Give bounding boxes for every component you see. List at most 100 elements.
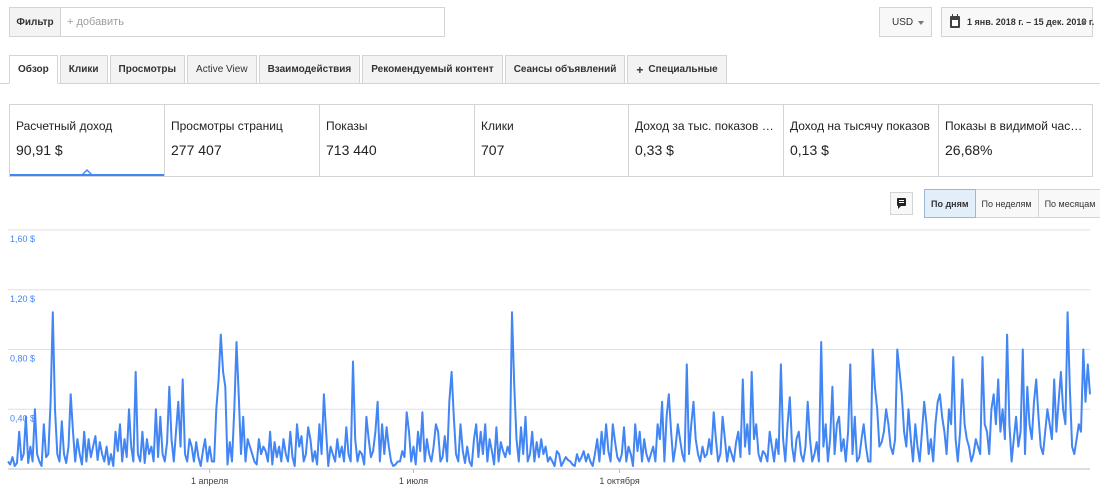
data-point [1084, 401, 1086, 403]
data-point [258, 438, 260, 440]
data-point [587, 453, 589, 455]
data-point [31, 460, 33, 462]
data-point [343, 460, 345, 462]
data-point [441, 456, 443, 458]
granularity-daily-button[interactable]: По дням [924, 189, 976, 218]
data-point [273, 441, 275, 443]
data-point [704, 456, 706, 458]
metric-active-view-viewable[interactable]: Показы в видимой части экра… 26,68% [939, 105, 1092, 176]
data-point [215, 408, 217, 410]
metric-impressions[interactable]: Показы 713 440 [320, 105, 475, 176]
data-point [695, 438, 697, 440]
metric-label: Показы в видимой части экра… [945, 119, 1092, 133]
metric-label: Клики [481, 119, 514, 133]
data-point [72, 431, 74, 433]
data-point [1042, 453, 1044, 455]
data-point [444, 435, 446, 437]
data-point [271, 463, 273, 465]
data-point [110, 453, 112, 455]
data-point [137, 453, 139, 455]
date-range-picker[interactable]: 1 янв. 2018 г. – 15 дек. 2018 г. [941, 7, 1095, 37]
data-point [16, 462, 18, 464]
data-point [907, 408, 909, 410]
metric-label: Доход за тыс. показов страни… [635, 119, 783, 133]
data-point [401, 450, 403, 452]
tab-overview[interactable]: Обзор [9, 55, 58, 84]
data-point [957, 460, 959, 462]
data-point [200, 465, 202, 467]
report-tabs: Обзор Клики Просмотры Active View Взаимо… [9, 55, 727, 84]
revenue-series-line [7, 311, 1091, 467]
data-point [482, 453, 484, 455]
granularity-monthly-button[interactable]: По месяцам [1037, 189, 1100, 218]
metric-clicks[interactable]: Клики 707 [475, 105, 629, 176]
data-point [392, 465, 394, 467]
data-point [950, 423, 952, 425]
data-point [446, 460, 448, 462]
tab-active-view[interactable]: Active View [187, 55, 257, 84]
tab-views[interactable]: Просмотры [109, 55, 186, 84]
data-point [753, 438, 755, 440]
tab-label: Обзор [18, 64, 49, 75]
data-point [659, 438, 661, 440]
data-point [235, 341, 237, 343]
data-point [303, 460, 305, 462]
metric-page-views[interactable]: Просмотры страниц 277 407 [165, 105, 320, 176]
data-point [793, 460, 795, 462]
data-point [730, 453, 732, 455]
data-point [751, 371, 753, 373]
data-point [193, 460, 195, 462]
metric-impression-rpm[interactable]: Доход на тысячу показов 0,13 $ [784, 105, 939, 176]
data-point [697, 453, 699, 455]
data-point [92, 445, 94, 447]
granularity-weekly-button[interactable]: По неделям [974, 189, 1039, 218]
data-point [453, 416, 455, 418]
annotations-button[interactable] [890, 192, 913, 215]
data-point [849, 363, 851, 365]
data-point [157, 456, 159, 458]
data-point [282, 438, 284, 440]
chevron-down-icon [918, 21, 924, 25]
data-point [112, 465, 114, 467]
data-point [551, 460, 553, 462]
tab-recommended-content[interactable]: Рекомендуемый контент [362, 55, 503, 84]
tab-ad-sessions[interactable]: Сеансы объявлений [504, 55, 626, 84]
data-point [959, 431, 961, 433]
data-point [719, 453, 721, 455]
data-point [970, 460, 972, 462]
data-point [25, 416, 27, 418]
currency-select[interactable]: USD [879, 7, 932, 37]
data-point [710, 453, 712, 455]
data-point [1049, 423, 1051, 425]
data-point [670, 431, 672, 433]
data-point [800, 453, 802, 455]
data-point [477, 456, 479, 458]
metric-estimated-revenue[interactable]: Расчетный доход 90,91 $ [10, 105, 165, 176]
data-point [486, 460, 488, 462]
data-point [439, 460, 441, 462]
data-point [954, 438, 956, 440]
filter-input[interactable] [61, 8, 444, 36]
data-point [473, 438, 475, 440]
metric-page-rpm[interactable]: Доход за тыс. показов страни… 0,33 $ [629, 105, 784, 176]
data-point [61, 420, 63, 422]
data-point [79, 453, 81, 455]
data-point [1051, 438, 1053, 440]
data-point [916, 445, 918, 447]
tab-custom[interactable]: + Специальные [627, 55, 727, 84]
data-point [851, 453, 853, 455]
data-point [11, 456, 13, 458]
data-point [984, 423, 986, 425]
tab-clicks[interactable]: Клики [59, 55, 108, 84]
tab-interactions[interactable]: Взаимодействия [258, 55, 361, 84]
data-point [320, 453, 322, 455]
data-point [990, 408, 992, 410]
date-range-label: 1 янв. 2018 г. – 15 дек. 2018 г. [967, 17, 1095, 27]
data-point [536, 441, 538, 443]
data-point [988, 453, 990, 455]
data-point [126, 456, 128, 458]
data-point [941, 416, 943, 418]
data-point [242, 416, 244, 418]
data-point [307, 426, 309, 428]
data-point [233, 408, 235, 410]
